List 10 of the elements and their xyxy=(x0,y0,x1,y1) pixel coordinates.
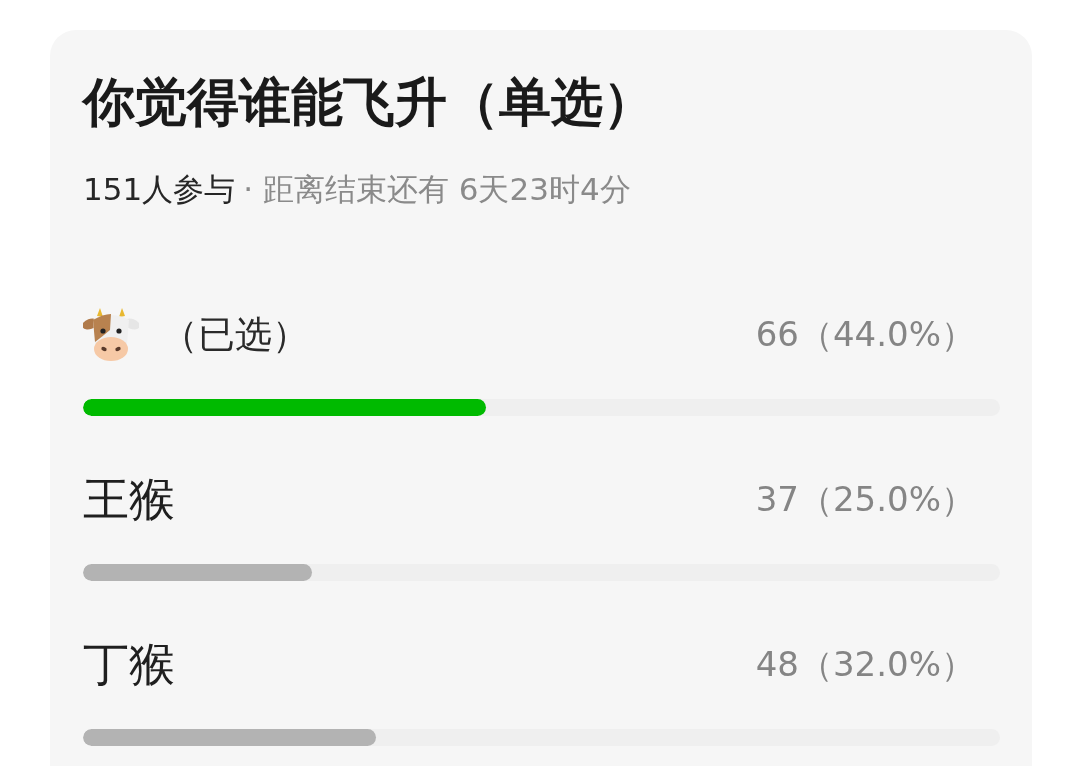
option-label: 王猴 xyxy=(83,476,175,522)
time-remaining: · 距离结束还有 6天23时4分 xyxy=(243,174,631,205)
cow-face-icon xyxy=(83,306,139,362)
vote-count: 37（25.0%） xyxy=(755,482,975,516)
selected-note: （已选） xyxy=(161,315,309,353)
option-label: 丁猴 xyxy=(83,641,175,687)
poll-title: 你觉得谁能飞升（单选） xyxy=(83,76,656,128)
participant-count: 151人参与 xyxy=(83,174,236,205)
vote-count: 48（32.0%） xyxy=(755,647,975,681)
vote-count: 66（44.0%） xyxy=(755,317,975,351)
